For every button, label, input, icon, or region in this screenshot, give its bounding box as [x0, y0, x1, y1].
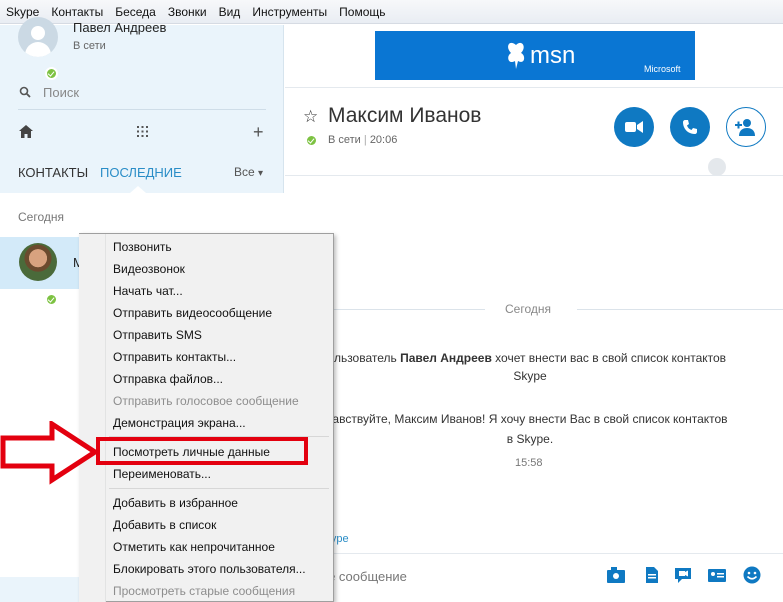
msn-butterfly-icon: [508, 42, 525, 69]
chat-message: авствуйте, Максим Иванов! Я хочу внести …: [302, 409, 758, 449]
menu-item-mark-unread[interactable]: Отметить как непрочитанное: [113, 540, 275, 554]
message-text: хочет внести вас в свой список контактов: [491, 351, 727, 365]
add-user-icon: [735, 119, 755, 136]
active-tab-pointer: [130, 186, 146, 193]
menu-separator: [109, 488, 329, 489]
divider: [330, 309, 485, 310]
contact-card-icon[interactable]: [708, 567, 726, 583]
menu-item-send-video-message[interactable]: Отправить видеосообщение: [113, 306, 272, 320]
dialpad-icon[interactable]: [137, 126, 148, 137]
system-message: льзователь Павел Андреев хочет внести ва…: [302, 349, 758, 385]
context-menu-gutter: [79, 234, 106, 602]
menu-item-send-sms[interactable]: Отправить SMS: [113, 328, 202, 342]
emoticon-icon[interactable]: [743, 566, 761, 584]
video-camera-icon: [625, 121, 643, 133]
divider: [285, 175, 783, 176]
globe-icon[interactable]: [708, 158, 726, 176]
menu-tools[interactable]: Инструменты: [250, 5, 329, 19]
status-text: В сети: [328, 134, 361, 146]
divider: [577, 309, 783, 310]
conversation-title: Максим Иванов: [328, 104, 482, 127]
message-timestamp: 15:58: [515, 457, 543, 469]
menu-item-screen-share[interactable]: Демонстрация экрана...: [113, 416, 246, 430]
menu-view[interactable]: Вид: [217, 5, 243, 19]
chevron-down-icon: ▾: [258, 168, 264, 179]
phone-icon: [683, 120, 697, 134]
menu-item-video-call[interactable]: Видеозвонок: [113, 262, 185, 276]
divider: [18, 109, 266, 110]
menu-item-send-files[interactable]: Отправка файлов...: [113, 372, 223, 386]
star-icon[interactable]: ☆: [303, 107, 318, 127]
menu-conversation[interactable]: Беседа: [113, 5, 158, 19]
avatar: [19, 243, 57, 281]
send-files-icon[interactable]: [607, 567, 625, 583]
search-icon: [19, 86, 31, 98]
message-text: Skype: [513, 369, 547, 383]
message-text: авствуйте, Максим Иванов! Я хочу внести …: [332, 412, 728, 426]
video-call-button[interactable]: [614, 107, 654, 147]
menu-item-add-to-list[interactable]: Добавить в список: [113, 518, 216, 532]
online-status-icon: [305, 134, 318, 147]
filter-label: Все: [234, 165, 255, 179]
tab-contacts[interactable]: КОНТАКТЫ: [18, 165, 88, 180]
message-text: льзователь: [333, 351, 401, 365]
video-message-icon[interactable]: [674, 567, 692, 583]
menu-item-block-user[interactable]: Блокировать этого пользователя...: [113, 562, 306, 576]
menu-item-call[interactable]: Позвонить: [113, 240, 172, 254]
search-input[interactable]: Поиск: [43, 85, 79, 100]
filter-dropdown[interactable]: Все ▾: [234, 165, 263, 179]
menu-item-start-chat[interactable]: Начать чат...: [113, 284, 183, 298]
document-icon[interactable]: [643, 567, 661, 583]
menu-contacts[interactable]: Контакты: [49, 5, 105, 19]
audio-call-button[interactable]: [670, 107, 710, 147]
divider: [285, 553, 783, 554]
menu-calls[interactable]: Звонки: [166, 5, 209, 19]
tab-recent[interactable]: ПОСЛЕДНИЕ: [100, 165, 182, 180]
annotation-arrow-icon: [0, 421, 100, 485]
message-text: в Skype.: [506, 432, 554, 446]
profile-avatar[interactable]: [18, 17, 58, 57]
status-time: 20:06: [369, 134, 398, 146]
add-participant-button[interactable]: [726, 107, 766, 147]
profile-name[interactable]: Павел Андреев: [73, 20, 166, 35]
menu-item-add-favorites[interactable]: Добавить в избранное: [113, 496, 238, 510]
online-status-icon: [45, 293, 58, 306]
profile-status[interactable]: В сети: [73, 40, 106, 52]
online-status-icon: [45, 67, 58, 80]
menu-item-view-old-messages: Просмотреть старые сообщения: [113, 584, 296, 598]
annotation-highlight-box: [96, 437, 308, 465]
menu-item-send-voice-message: Отправить голосовое сообщение: [113, 394, 299, 408]
date-group-label: Сегодня: [18, 210, 64, 224]
conversation-status: В сети | 20:06: [328, 134, 397, 146]
menu-item-send-contacts[interactable]: Отправить контакты...: [113, 350, 236, 364]
menu-help[interactable]: Помощь: [337, 5, 387, 19]
divider: [285, 87, 783, 88]
banner-vendor: Microsoft: [644, 64, 681, 74]
banner-brand: msn: [530, 42, 576, 69]
home-icon[interactable]: [19, 125, 33, 138]
date-separator: Сегодня: [505, 302, 551, 316]
menu-item-rename[interactable]: Переименовать...: [113, 467, 211, 481]
message-sender-name: Павел Андреев: [400, 351, 492, 365]
add-icon[interactable]: +: [253, 122, 264, 143]
